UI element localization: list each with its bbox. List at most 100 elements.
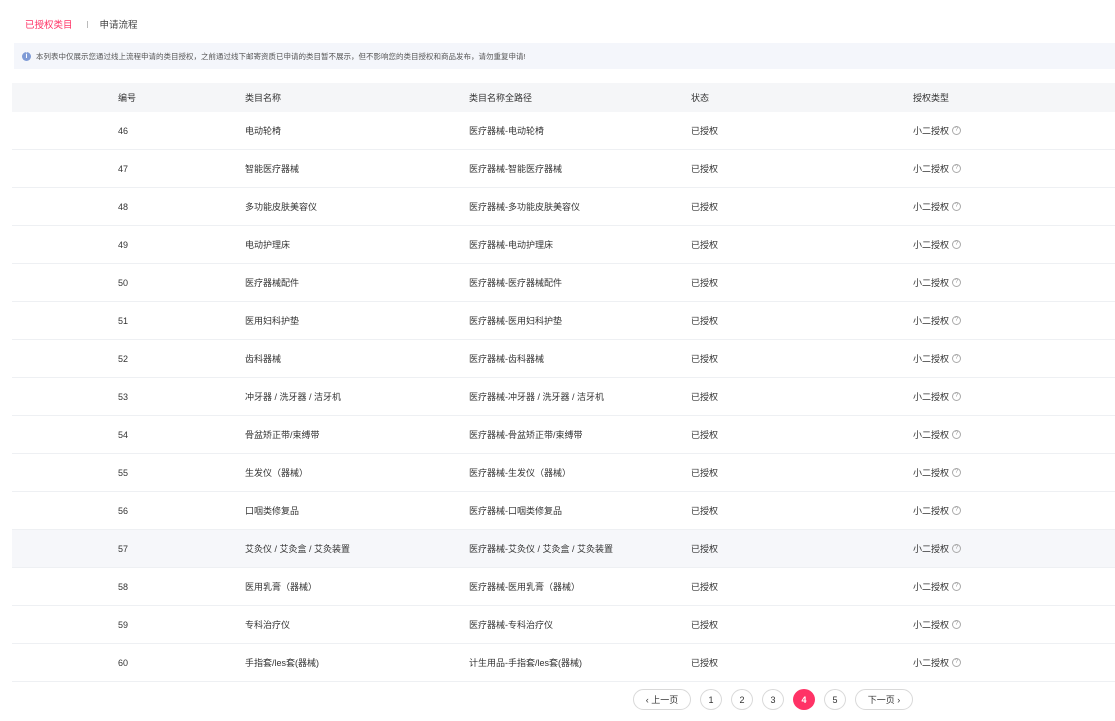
- question-circle-icon[interactable]: ?: [952, 126, 962, 135]
- cell-status: 已授权: [691, 644, 718, 681]
- cell-status: 已授权: [691, 188, 718, 225]
- cell-auth-type: 小二授权?: [913, 264, 962, 301]
- page-3-button[interactable]: 3: [762, 689, 784, 710]
- cell-category-name-text: 专科治疗仪: [245, 620, 291, 630]
- cell-id: 52: [118, 340, 128, 377]
- question-circle-icon[interactable]: ?: [952, 620, 962, 629]
- table-row: 60 手指套/les套(器械) 计生用品-手指套/les套(器械) 已授权 小二授权?: [12, 644, 1115, 682]
- cell-category-path-text: 医疗器械-冲牙器 / 洗牙器 / 洁牙机: [469, 392, 605, 402]
- next-page-button[interactable]: 下一页 ›: [855, 689, 913, 710]
- cell-id-text: 53: [118, 391, 129, 402]
- cell-auth-type: 小二授权?: [913, 454, 962, 491]
- question-circle-icon[interactable]: ?: [952, 278, 962, 287]
- question-circle-icon[interactable]: ?: [952, 316, 962, 325]
- cell-category-name-text: 齿科器械: [245, 354, 282, 364]
- cell-category-path: 医疗器械-医用乳膏（器械）: [469, 568, 580, 605]
- cell-category-name: 口咽类修复品: [245, 492, 299, 529]
- header-auth-type: 授权类型: [913, 93, 950, 103]
- authorized-category-table: 编号 类目名称 类目名称全路径 状态 授权类型 46 电动轮椅 医疗器械-电动轮椅已…: [12, 83, 1115, 682]
- cell-id-text: 55: [118, 467, 129, 478]
- cell-category-name-text: 生发仪（器械）: [245, 468, 309, 478]
- cell-status: 已授权: [691, 112, 718, 149]
- cell-auth-type-text: 小二授权: [913, 164, 950, 174]
- cell-status-text: 已授权: [691, 240, 719, 250]
- cell-auth-type-text: 小二授权: [913, 316, 950, 326]
- cell-category-name: 电动轮椅: [245, 112, 281, 149]
- cell-auth-type: 小二授权?: [913, 340, 962, 377]
- page-2-button[interactable]: 2: [731, 689, 753, 710]
- question-circle-icon[interactable]: ?: [952, 506, 962, 515]
- tab-authorized-categories[interactable]: 已授权类目: [25, 17, 73, 31]
- tab-application-process[interactable]: 申请流程: [100, 17, 138, 31]
- question-circle-icon[interactable]: ?: [952, 582, 962, 591]
- cell-id: 54: [118, 416, 128, 453]
- question-circle-icon[interactable]: ?: [952, 202, 962, 211]
- question-circle-icon[interactable]: ?: [952, 392, 962, 401]
- cell-auth-type-text: 小二授权: [913, 620, 950, 630]
- cell-category-path-text: 医疗器械-智能医疗器械: [469, 164, 562, 174]
- cell-id-text: 56: [118, 505, 129, 516]
- cell-category-path-text: 医疗器械-医疗器械配件: [469, 278, 562, 288]
- cell-category-name-text: 医用乳膏（器械）: [245, 582, 318, 592]
- cell-status-text: 已授权: [691, 316, 719, 326]
- cell-auth-type-text: 小二授权: [913, 126, 950, 136]
- cell-category-path: 医疗器械-智能医疗器械: [469, 150, 562, 187]
- cell-id: 58: [118, 568, 128, 605]
- cell-auth-type: 小二授权?: [913, 112, 962, 149]
- cell-category-path-text: 医疗器械-多功能皮肤美容仪: [469, 202, 580, 212]
- cell-status: 已授权: [691, 530, 718, 567]
- notice-text: 本列表中仅展示您通过线上流程申请的类目授权，之前通过线下邮寄资质已申请的类目暂不…: [36, 51, 526, 61]
- table-row: 46 电动轮椅 医疗器械-电动轮椅 已授权 小二授权?: [12, 112, 1115, 150]
- cell-status: 已授权: [691, 340, 718, 377]
- cell-category-name-text: 多功能皮肤美容仪: [245, 202, 318, 212]
- cell-category-path-text: 医疗器械-艾灸仪 / 艾灸盒 / 艾灸装置: [469, 544, 614, 554]
- cell-auth-type: 小二授权?: [913, 416, 962, 453]
- cell-auth-type: 小二授权?: [913, 150, 962, 187]
- cell-category-name-text: 医用妇科护垫: [245, 316, 300, 326]
- cell-status: 已授权: [691, 454, 718, 491]
- question-circle-icon[interactable]: ?: [952, 240, 962, 249]
- page-1-button[interactable]: 1: [700, 689, 722, 710]
- page-5-button[interactable]: 5: [824, 689, 846, 710]
- cell-status-text: 已授权: [691, 278, 719, 288]
- cell-category-path-text: 医疗器械-医用乳膏（器械）: [469, 582, 580, 592]
- question-circle-icon[interactable]: ?: [952, 430, 962, 439]
- cell-auth-type-text: 小二授权: [913, 544, 950, 554]
- question-circle-icon[interactable]: ?: [952, 354, 962, 363]
- question-circle-icon[interactable]: ?: [952, 468, 962, 477]
- cell-id-text: 46: [118, 125, 129, 136]
- pagination: ‹ 上一页 12345 下一页 ›: [633, 689, 922, 710]
- cell-category-path: 医疗器械-口咽类修复品: [469, 492, 562, 529]
- question-circle-icon[interactable]: ?: [952, 658, 962, 667]
- cell-status-text: 已授权: [691, 430, 719, 440]
- prev-page-button[interactable]: ‹ 上一页: [633, 689, 691, 710]
- table-row: 51 医用妇科护垫 医疗器械-医用妇科护垫 已授权 小二授权?: [12, 302, 1115, 340]
- cell-category-path-text: 医疗器械-医用妇科护垫: [469, 316, 562, 326]
- cell-category-name-text: 艾灸仪 / 艾灸盒 / 艾灸装置: [245, 544, 351, 554]
- cell-auth-type: 小二授权?: [913, 226, 962, 263]
- cell-id: 51: [118, 302, 128, 339]
- cell-auth-type-text: 小二授权: [913, 582, 950, 592]
- page-4-button[interactable]: 4: [793, 689, 815, 710]
- cell-category-name: 冲牙器 / 洗牙器 / 洁牙机: [245, 378, 341, 415]
- header-category-name: 类目名称: [245, 93, 282, 103]
- question-circle-icon[interactable]: ?: [952, 544, 962, 553]
- cell-status-text: 已授权: [691, 354, 719, 364]
- cell-category-path: 医疗器械-生发仪（器械）: [469, 454, 571, 491]
- next-page-label: 下一页: [867, 695, 895, 705]
- header-status: 状态: [691, 93, 710, 103]
- cell-category-name: 艾灸仪 / 艾灸盒 / 艾灸装置: [245, 530, 350, 567]
- cell-category-name-text: 电动护理床: [245, 240, 291, 250]
- cell-id: 50: [118, 264, 128, 301]
- cell-status: 已授权: [691, 150, 718, 187]
- cell-status-text: 已授权: [691, 658, 719, 668]
- tab-bar: 已授权类目 申请流程: [25, 16, 138, 32]
- cell-id-text: 60: [118, 657, 129, 668]
- table-body: 46 电动轮椅 医疗器械-电动轮椅 已授权 小二授权? 47 智能医疗器械 医疗器械-智能医疗…: [12, 112, 1115, 682]
- cell-status: 已授权: [691, 416, 718, 453]
- question-circle-icon[interactable]: ?: [952, 164, 962, 173]
- cell-auth-type: 小二授权?: [913, 530, 962, 567]
- cell-status: 已授权: [691, 492, 718, 529]
- header-id: 编号: [118, 93, 137, 103]
- cell-status-text: 已授权: [691, 468, 719, 478]
